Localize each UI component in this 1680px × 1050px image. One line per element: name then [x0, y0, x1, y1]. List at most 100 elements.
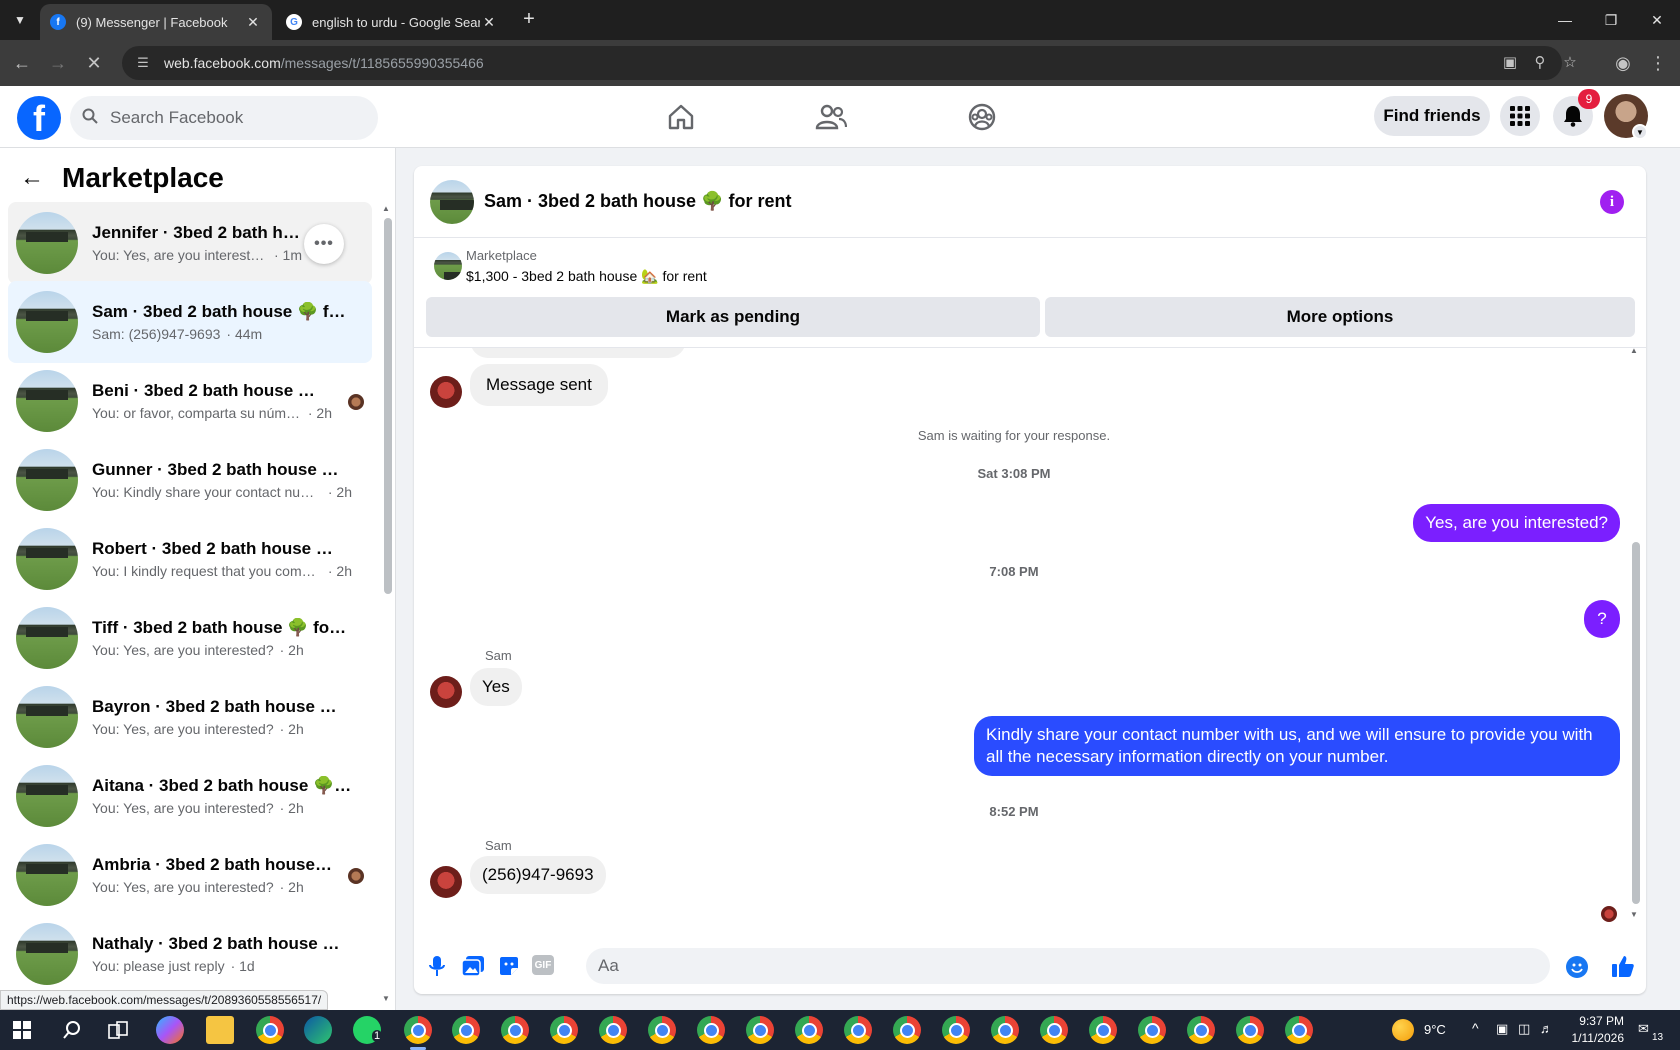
new-tab-button[interactable]: + — [516, 8, 542, 32]
friends-icon[interactable] — [808, 94, 854, 140]
profile-icon[interactable]: ◉ — [1611, 51, 1635, 75]
back-icon[interactable]: ← — [10, 51, 34, 75]
edge-icon[interactable] — [304, 1016, 332, 1044]
forward-icon[interactable]: → — [46, 51, 70, 75]
mark-as-pending-button[interactable]: Mark as pending — [426, 297, 1040, 337]
restore-icon[interactable]: ❐ — [1588, 0, 1634, 40]
conversation-item[interactable]: Bayron · 3bed 2 bath house 🌳 for rent Yo… — [8, 676, 372, 758]
chrome-profile-icon[interactable] — [942, 1016, 970, 1044]
stop-loading-icon[interactable]: ✕ — [82, 51, 106, 75]
tab-messenger[interactable]: f (9) Messenger | Facebook ✕ — [40, 4, 272, 40]
conversation-item[interactable]: Robert · 3bed 2 bath house 🌳 for rent Yo… — [8, 518, 372, 600]
listing-price[interactable]: $1,300 - 3bed 2 bath house 🏡 for rent — [466, 268, 707, 285]
minimize-icon[interactable]: — — [1542, 0, 1588, 40]
clock-date[interactable]: 1/11/2026 — [1562, 1031, 1625, 1045]
like-thumb-icon[interactable] — [1610, 953, 1636, 979]
chrome-profile-icon[interactable] — [1138, 1016, 1166, 1044]
network-icon[interactable]: ◫ — [1518, 1021, 1530, 1037]
chrome-profile-icon[interactable] — [1285, 1016, 1313, 1044]
microphone-icon[interactable] — [424, 953, 450, 979]
chrome-icon[interactable] — [256, 1016, 284, 1044]
chat-scrollbar[interactable] — [1632, 542, 1640, 904]
scroll-down-arrow-icon[interactable]: ▼ — [1630, 910, 1638, 919]
chrome-profile-icon[interactable] — [452, 1016, 480, 1044]
bookmark-star-icon[interactable]: ☆ — [1559, 51, 1581, 73]
close-tab-icon[interactable]: ✕ — [244, 14, 262, 31]
scroll-up-arrow-icon[interactable]: ▲ — [1630, 346, 1638, 355]
gif-button[interactable]: GIF — [532, 955, 554, 975]
chrome-profile-icon[interactable] — [648, 1016, 676, 1044]
address-bar[interactable]: ☰ web.facebook.com/messages/t/1185655990… — [122, 46, 1577, 80]
task-view-icon[interactable] — [104, 1016, 132, 1044]
chat-avatar[interactable] — [430, 179, 474, 224]
tab-google-search[interactable]: G english to urdu - Google Search ✕ — [276, 4, 508, 40]
listing-thumbnail[interactable] — [434, 252, 462, 280]
sender-avatar[interactable] — [430, 676, 462, 708]
chrome-profile-icon[interactable] — [697, 1016, 725, 1044]
copilot-icon[interactable] — [156, 1016, 184, 1044]
notification-center-icon[interactable]: ✉ — [1638, 1021, 1649, 1037]
search-input[interactable] — [110, 108, 360, 128]
weather-icon[interactable] — [1392, 1019, 1414, 1041]
tab-search-button[interactable]: ▼ — [8, 8, 32, 32]
sticker-icon[interactable] — [496, 953, 522, 979]
emoji-icon[interactable] — [1566, 956, 1588, 978]
scroll-down-arrow-icon[interactable]: ▼ — [382, 994, 390, 1003]
conversation-item[interactable]: Beni · 3bed 2 bath house 🌳 for rent You:… — [8, 360, 372, 442]
volume-icon[interactable]: ♬ — [1540, 1021, 1553, 1036]
weather-temp[interactable]: 9°C — [1424, 1022, 1446, 1037]
search-icon[interactable] — [58, 1016, 86, 1044]
site-info-icon[interactable]: ☰ — [132, 55, 154, 71]
message-input-field[interactable] — [586, 948, 1550, 984]
clock-time[interactable]: 9:37 PM — [1576, 1014, 1624, 1028]
facebook-logo[interactable]: f — [17, 96, 61, 140]
conversation-item[interactable]: Gunner · 3bed 2 bath house 🌳 for rent Yo… — [8, 439, 372, 521]
sidebar-scrollbar[interactable] — [384, 218, 392, 594]
chrome-profile-icon[interactable] — [795, 1016, 823, 1044]
chevron-down-icon[interactable]: ▼ — [1632, 124, 1648, 140]
conversation-item-selected[interactable]: Sam · 3bed 2 bath house 🌳 for rent Sam: … — [8, 281, 372, 363]
back-arrow-icon[interactable]: ← — [20, 164, 50, 192]
zoom-icon[interactable]: ⚲ — [1529, 51, 1551, 73]
message-composer: GIF — [414, 938, 1646, 994]
conversation-item[interactable]: Jennifer · 3bed 2 bath house 🌳 for rent … — [8, 202, 372, 284]
chrome-profile-icon[interactable] — [1089, 1016, 1117, 1044]
conversation-item[interactable]: Aitana · 3bed 2 bath house 🌳 for rent Yo… — [8, 755, 372, 837]
sender-avatar[interactable] — [430, 866, 462, 898]
chrome-profile-icon[interactable] — [844, 1016, 872, 1044]
chrome-profile-icon[interactable] — [991, 1016, 1019, 1044]
scroll-up-arrow-icon[interactable]: ▲ — [382, 204, 390, 213]
file-explorer-icon[interactable] — [206, 1016, 234, 1044]
chrome-menu-icon[interactable]: ⋮ — [1646, 51, 1670, 75]
chrome-profile-icon[interactable] — [599, 1016, 627, 1044]
device-icon[interactable]: ▣ — [1496, 1021, 1508, 1037]
home-icon[interactable] — [658, 94, 704, 140]
conversation-more-button[interactable]: ••• — [304, 224, 344, 264]
sender-avatar[interactable] — [430, 376, 462, 408]
conversation-item[interactable]: Nathaly · 3bed 2 bath house 🌳 for rent Y… — [8, 913, 372, 995]
windows-start-icon[interactable] — [8, 1016, 36, 1044]
groups-icon[interactable] — [959, 94, 1005, 140]
install-app-icon[interactable]: ▣ — [1499, 51, 1521, 73]
facebook-search[interactable] — [70, 96, 378, 140]
chrome-profile-icon[interactable] — [1040, 1016, 1068, 1044]
chrome-profile-icon[interactable] — [893, 1016, 921, 1044]
message-input[interactable] — [598, 956, 1498, 976]
chat-title[interactable]: Sam · 3bed 2 bath house 🌳 for rent — [484, 191, 791, 212]
find-friends-button[interactable]: Find friends — [1374, 96, 1490, 136]
chrome-profile-icon[interactable] — [404, 1016, 432, 1044]
more-options-button[interactable]: More options — [1045, 297, 1635, 337]
chrome-profile-icon[interactable] — [746, 1016, 774, 1044]
menu-grid-icon[interactable] — [1500, 96, 1540, 136]
photo-icon[interactable] — [460, 953, 486, 979]
chrome-profile-icon[interactable] — [1187, 1016, 1215, 1044]
close-tab-icon[interactable]: ✕ — [480, 14, 498, 31]
chevron-up-icon[interactable]: ^ — [1472, 1020, 1479, 1036]
conversation-item[interactable]: Ambria · 3bed 2 bath house 🌳 for rent Yo… — [8, 834, 372, 916]
conversation-item[interactable]: Tiff · 3bed 2 bath house 🌳 for rent You:… — [8, 597, 372, 679]
close-window-icon[interactable]: ✕ — [1634, 0, 1680, 40]
chrome-profile-icon[interactable] — [1236, 1016, 1264, 1044]
chrome-profile-icon[interactable] — [501, 1016, 529, 1044]
chrome-profile-icon[interactable] — [550, 1016, 578, 1044]
info-icon[interactable]: i — [1600, 190, 1624, 214]
